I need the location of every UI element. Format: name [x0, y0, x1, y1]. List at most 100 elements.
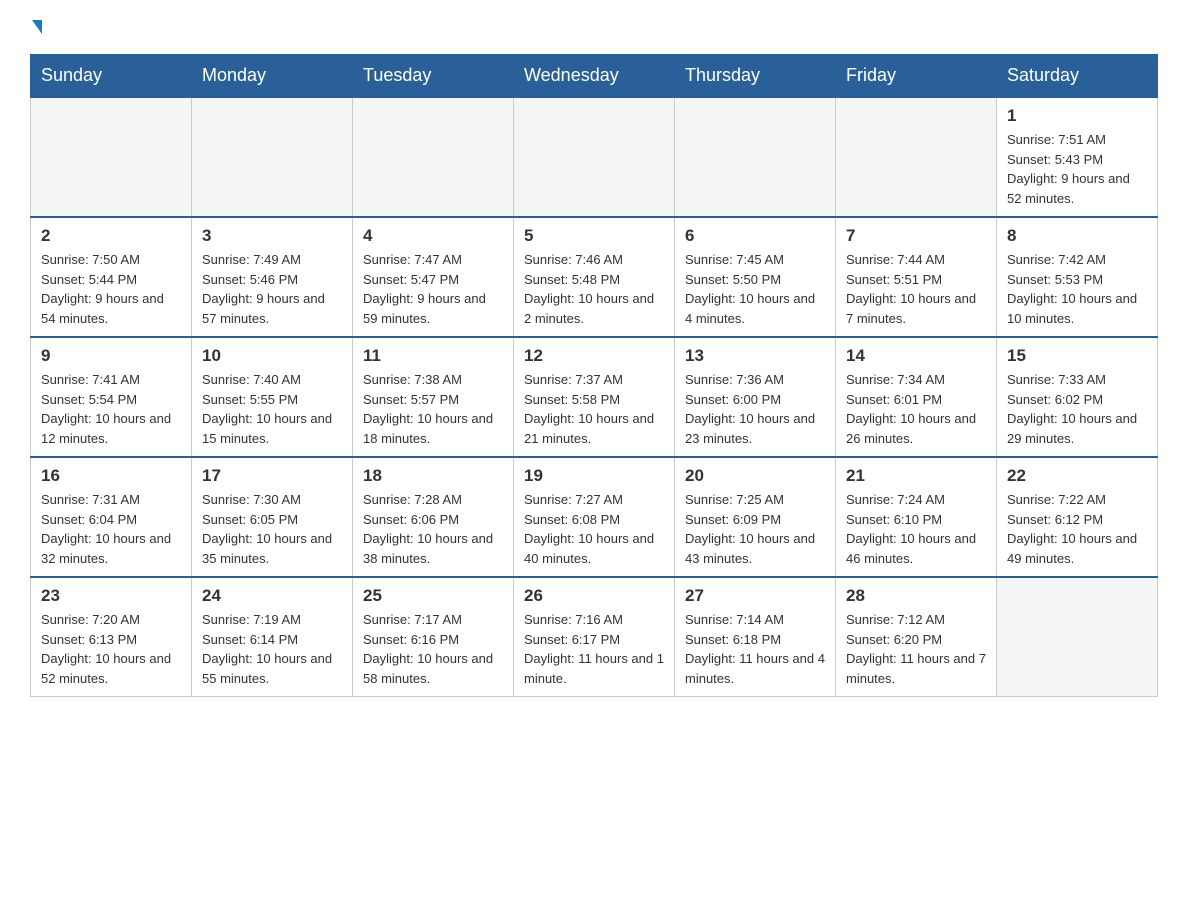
weekday-header-tuesday: Tuesday	[353, 55, 514, 98]
logo	[30, 20, 42, 34]
calendar-cell: 20 Sunrise: 7:25 AMSunset: 6:09 PMDayligh…	[675, 457, 836, 577]
calendar-cell: 23 Sunrise: 7:20 AMSunset: 6:13 PMDayligh…	[31, 577, 192, 697]
day-info: Sunrise: 7:27 AMSunset: 6:08 PMDaylight:…	[524, 490, 664, 568]
day-number: 13	[685, 346, 825, 366]
day-info: Sunrise: 7:24 AMSunset: 6:10 PMDaylight:…	[846, 490, 986, 568]
calendar-cell: 18 Sunrise: 7:28 AMSunset: 6:06 PMDayligh…	[353, 457, 514, 577]
day-number: 10	[202, 346, 342, 366]
day-info: Sunrise: 7:25 AMSunset: 6:09 PMDaylight:…	[685, 490, 825, 568]
day-number: 19	[524, 466, 664, 486]
day-number: 25	[363, 586, 503, 606]
day-info: Sunrise: 7:37 AMSunset: 5:58 PMDaylight:…	[524, 370, 664, 448]
weekday-header-row: SundayMondayTuesdayWednesdayThursdayFrid…	[31, 55, 1158, 98]
calendar-cell: 26 Sunrise: 7:16 AMSunset: 6:17 PMDayligh…	[514, 577, 675, 697]
calendar-cell: 22 Sunrise: 7:22 AMSunset: 6:12 PMDayligh…	[997, 457, 1158, 577]
day-number: 6	[685, 226, 825, 246]
calendar-cell: 13 Sunrise: 7:36 AMSunset: 6:00 PMDayligh…	[675, 337, 836, 457]
calendar-week-row: 2 Sunrise: 7:50 AMSunset: 5:44 PMDaylight…	[31, 217, 1158, 337]
day-number: 14	[846, 346, 986, 366]
day-info: Sunrise: 7:51 AMSunset: 5:43 PMDaylight:…	[1007, 130, 1147, 208]
calendar-cell: 11 Sunrise: 7:38 AMSunset: 5:57 PMDayligh…	[353, 337, 514, 457]
calendar-cell: 6 Sunrise: 7:45 AMSunset: 5:50 PMDaylight…	[675, 217, 836, 337]
calendar-cell: 3 Sunrise: 7:49 AMSunset: 5:46 PMDaylight…	[192, 217, 353, 337]
weekday-header-wednesday: Wednesday	[514, 55, 675, 98]
logo-arrow-icon	[32, 20, 42, 34]
calendar-cell	[514, 97, 675, 217]
day-info: Sunrise: 7:20 AMSunset: 6:13 PMDaylight:…	[41, 610, 181, 688]
day-number: 15	[1007, 346, 1147, 366]
calendar-cell	[353, 97, 514, 217]
calendar-cell: 7 Sunrise: 7:44 AMSunset: 5:51 PMDaylight…	[836, 217, 997, 337]
day-info: Sunrise: 7:40 AMSunset: 5:55 PMDaylight:…	[202, 370, 342, 448]
day-number: 1	[1007, 106, 1147, 126]
day-info: Sunrise: 7:28 AMSunset: 6:06 PMDaylight:…	[363, 490, 503, 568]
day-info: Sunrise: 7:33 AMSunset: 6:02 PMDaylight:…	[1007, 370, 1147, 448]
weekday-header-saturday: Saturday	[997, 55, 1158, 98]
day-info: Sunrise: 7:31 AMSunset: 6:04 PMDaylight:…	[41, 490, 181, 568]
calendar-cell: 9 Sunrise: 7:41 AMSunset: 5:54 PMDaylight…	[31, 337, 192, 457]
calendar-cell: 19 Sunrise: 7:27 AMSunset: 6:08 PMDayligh…	[514, 457, 675, 577]
weekday-header-monday: Monday	[192, 55, 353, 98]
day-info: Sunrise: 7:36 AMSunset: 6:00 PMDaylight:…	[685, 370, 825, 448]
calendar-cell	[997, 577, 1158, 697]
calendar-cell	[192, 97, 353, 217]
day-number: 5	[524, 226, 664, 246]
day-number: 21	[846, 466, 986, 486]
day-number: 2	[41, 226, 181, 246]
day-info: Sunrise: 7:50 AMSunset: 5:44 PMDaylight:…	[41, 250, 181, 328]
day-number: 18	[363, 466, 503, 486]
weekday-header-friday: Friday	[836, 55, 997, 98]
calendar-cell: 10 Sunrise: 7:40 AMSunset: 5:55 PMDayligh…	[192, 337, 353, 457]
calendar-cell: 25 Sunrise: 7:17 AMSunset: 6:16 PMDayligh…	[353, 577, 514, 697]
day-number: 23	[41, 586, 181, 606]
calendar-cell	[675, 97, 836, 217]
day-info: Sunrise: 7:47 AMSunset: 5:47 PMDaylight:…	[363, 250, 503, 328]
calendar-week-row: 1 Sunrise: 7:51 AMSunset: 5:43 PMDaylight…	[31, 97, 1158, 217]
calendar-week-row: 23 Sunrise: 7:20 AMSunset: 6:13 PMDayligh…	[31, 577, 1158, 697]
day-number: 27	[685, 586, 825, 606]
day-number: 9	[41, 346, 181, 366]
day-number: 7	[846, 226, 986, 246]
day-info: Sunrise: 7:45 AMSunset: 5:50 PMDaylight:…	[685, 250, 825, 328]
day-number: 3	[202, 226, 342, 246]
day-info: Sunrise: 7:41 AMSunset: 5:54 PMDaylight:…	[41, 370, 181, 448]
day-number: 28	[846, 586, 986, 606]
calendar-cell: 12 Sunrise: 7:37 AMSunset: 5:58 PMDayligh…	[514, 337, 675, 457]
calendar-cell: 4 Sunrise: 7:47 AMSunset: 5:47 PMDaylight…	[353, 217, 514, 337]
weekday-header-thursday: Thursday	[675, 55, 836, 98]
day-number: 24	[202, 586, 342, 606]
day-info: Sunrise: 7:30 AMSunset: 6:05 PMDaylight:…	[202, 490, 342, 568]
calendar-cell: 2 Sunrise: 7:50 AMSunset: 5:44 PMDaylight…	[31, 217, 192, 337]
day-info: Sunrise: 7:12 AMSunset: 6:20 PMDaylight:…	[846, 610, 986, 688]
day-number: 26	[524, 586, 664, 606]
day-info: Sunrise: 7:16 AMSunset: 6:17 PMDaylight:…	[524, 610, 664, 688]
calendar-cell: 5 Sunrise: 7:46 AMSunset: 5:48 PMDaylight…	[514, 217, 675, 337]
day-info: Sunrise: 7:17 AMSunset: 6:16 PMDaylight:…	[363, 610, 503, 688]
day-number: 16	[41, 466, 181, 486]
day-info: Sunrise: 7:34 AMSunset: 6:01 PMDaylight:…	[846, 370, 986, 448]
calendar-cell: 27 Sunrise: 7:14 AMSunset: 6:18 PMDayligh…	[675, 577, 836, 697]
calendar-cell: 1 Sunrise: 7:51 AMSunset: 5:43 PMDaylight…	[997, 97, 1158, 217]
day-number: 11	[363, 346, 503, 366]
day-info: Sunrise: 7:49 AMSunset: 5:46 PMDaylight:…	[202, 250, 342, 328]
day-info: Sunrise: 7:46 AMSunset: 5:48 PMDaylight:…	[524, 250, 664, 328]
day-number: 12	[524, 346, 664, 366]
day-info: Sunrise: 7:19 AMSunset: 6:14 PMDaylight:…	[202, 610, 342, 688]
calendar-table: SundayMondayTuesdayWednesdayThursdayFrid…	[30, 54, 1158, 697]
calendar-cell: 21 Sunrise: 7:24 AMSunset: 6:10 PMDayligh…	[836, 457, 997, 577]
calendar-cell: 28 Sunrise: 7:12 AMSunset: 6:20 PMDayligh…	[836, 577, 997, 697]
calendar-cell: 15 Sunrise: 7:33 AMSunset: 6:02 PMDayligh…	[997, 337, 1158, 457]
calendar-cell: 24 Sunrise: 7:19 AMSunset: 6:14 PMDayligh…	[192, 577, 353, 697]
day-info: Sunrise: 7:38 AMSunset: 5:57 PMDaylight:…	[363, 370, 503, 448]
calendar-week-row: 9 Sunrise: 7:41 AMSunset: 5:54 PMDaylight…	[31, 337, 1158, 457]
day-number: 22	[1007, 466, 1147, 486]
day-number: 17	[202, 466, 342, 486]
calendar-week-row: 16 Sunrise: 7:31 AMSunset: 6:04 PMDayligh…	[31, 457, 1158, 577]
weekday-header-sunday: Sunday	[31, 55, 192, 98]
day-number: 20	[685, 466, 825, 486]
day-info: Sunrise: 7:14 AMSunset: 6:18 PMDaylight:…	[685, 610, 825, 688]
day-info: Sunrise: 7:44 AMSunset: 5:51 PMDaylight:…	[846, 250, 986, 328]
day-info: Sunrise: 7:22 AMSunset: 6:12 PMDaylight:…	[1007, 490, 1147, 568]
day-number: 8	[1007, 226, 1147, 246]
day-number: 4	[363, 226, 503, 246]
